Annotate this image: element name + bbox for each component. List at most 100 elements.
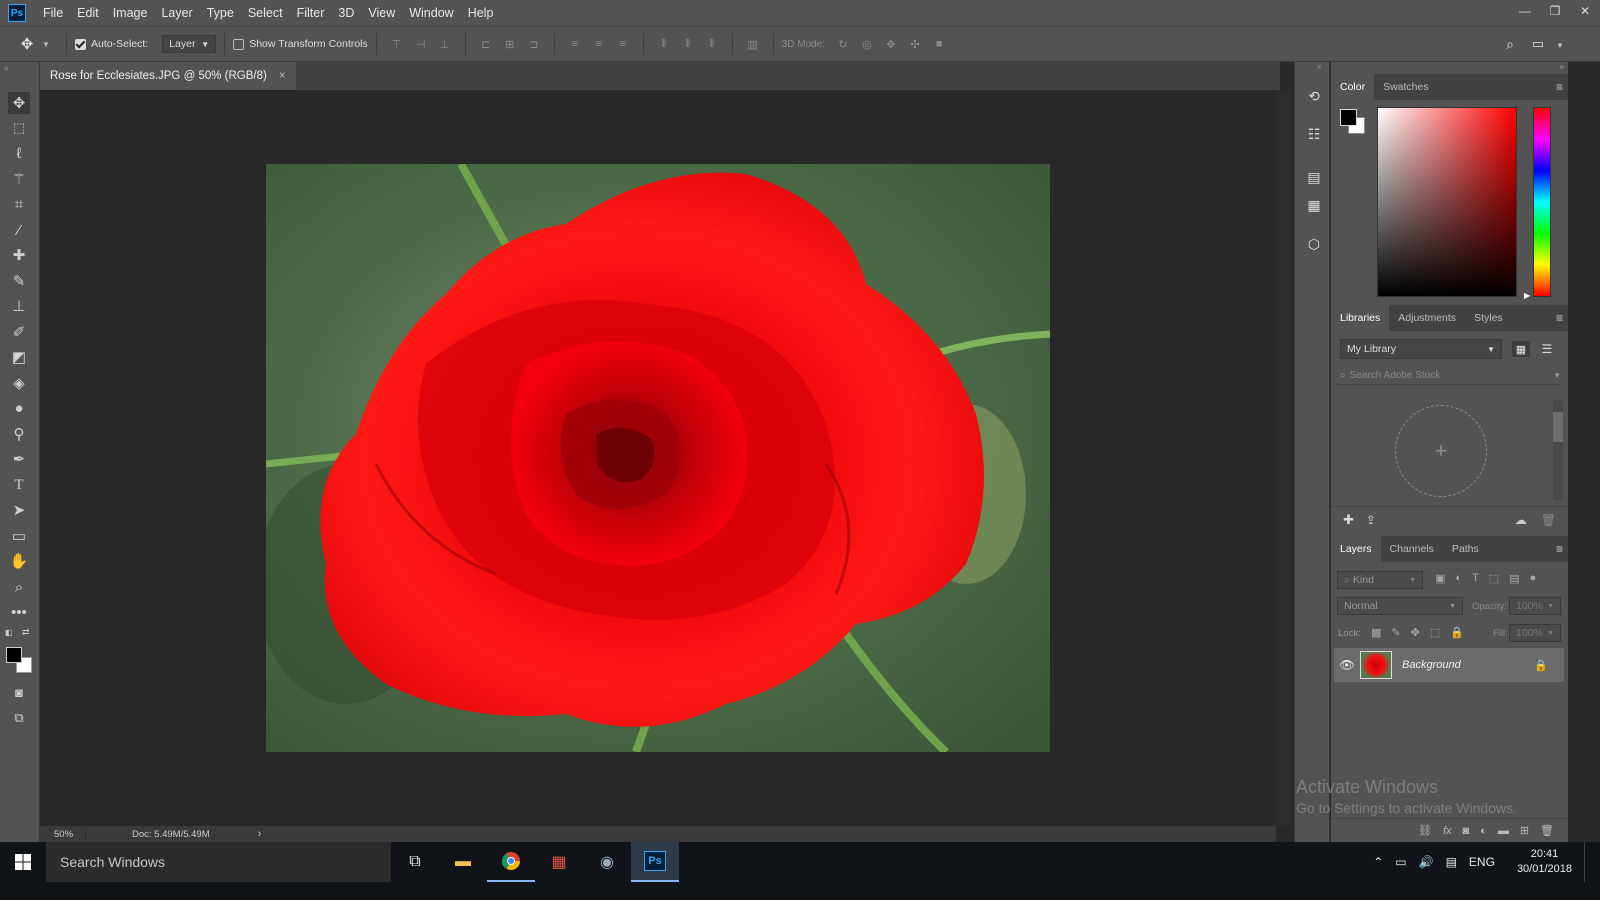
link-layers-icon[interactable]: ⛓ — [1418, 824, 1432, 837]
library-scrollbar[interactable] — [1553, 400, 1563, 500]
new-layer-icon[interactable]: ⊞ — [1520, 824, 1529, 837]
trash-icon[interactable]: 🗑 — [1540, 824, 1554, 837]
hue-slider-marker-icon[interactable]: ▶ — [1524, 291, 1530, 300]
workspace-switcher-icon[interactable]: ▭ — [1531, 36, 1545, 51]
menu-view[interactable]: View — [361, 6, 402, 20]
photoshop-taskbar-icon[interactable]: Ps — [631, 842, 679, 882]
more-tools-icon[interactable]: ••• — [8, 601, 30, 623]
creative-cloud-icon[interactable]: ☁ — [1515, 513, 1527, 527]
layer-thumbnail[interactable] — [1360, 651, 1392, 679]
chrome-icon[interactable] — [487, 842, 535, 882]
layer-name[interactable]: Background — [1402, 659, 1461, 671]
upload-icon[interactable]: ⇪ — [1366, 513, 1376, 527]
blur-tool-icon[interactable]: ● — [8, 397, 30, 419]
scale-3d-icon[interactable]: ■ — [932, 37, 946, 51]
popcorn-app-icon[interactable]: ▦ — [535, 842, 583, 882]
photoshop-logo-icon[interactable]: Ps — [8, 4, 26, 22]
steam-app-icon[interactable]: ◉ — [583, 842, 631, 882]
brush-tool-icon[interactable]: ✎ — [8, 270, 30, 292]
lock-position-icon[interactable]: ✥ — [1411, 626, 1420, 639]
align-horizontal-centers-icon[interactable]: ⊞ — [503, 37, 517, 51]
chevron-down-icon[interactable]: ▼ — [39, 37, 53, 51]
collapse-icon[interactable]: « — [1317, 62, 1321, 71]
slide-3d-icon[interactable]: ✣ — [908, 37, 922, 51]
show-desktop-button[interactable] — [1584, 842, 1590, 882]
distribute-top-icon[interactable]: ≡ — [568, 37, 582, 51]
chevron-down-icon[interactable]: ▼ — [1553, 371, 1561, 380]
menu-window[interactable]: Window — [402, 6, 460, 20]
rectangle-tool-icon[interactable]: ▭ — [8, 525, 30, 547]
distribute-bottom-icon[interactable]: ≡ — [616, 37, 630, 51]
distribute-right-icon[interactable]: ⫴ — [705, 37, 719, 51]
distribute-horizontal-centers-icon[interactable]: ⫴ — [681, 37, 695, 51]
panel-menu-icon[interactable]: ≡ — [1556, 80, 1563, 94]
windows-start-icon[interactable] — [0, 842, 46, 882]
tab-libraries[interactable]: Libraries — [1331, 305, 1390, 331]
rectangular-marquee-tool-icon[interactable]: ⬚ — [8, 117, 30, 139]
menu-edit[interactable]: Edit — [70, 6, 106, 20]
tab-layers[interactable]: Layers — [1331, 536, 1381, 562]
clone-stamp-tool-icon[interactable]: ⊥ — [8, 295, 30, 317]
menu-image[interactable]: Image — [106, 6, 155, 20]
align-left-edges-icon[interactable]: ⊏ — [479, 37, 493, 51]
eyedropper-tool-icon[interactable]: ⁄ — [8, 219, 30, 241]
pen-tool-icon[interactable]: ✒ — [8, 448, 30, 470]
paragraph-panel-icon[interactable]: ▦ — [1304, 195, 1324, 215]
chevron-up-icon[interactable]: ⌃ — [1373, 855, 1383, 869]
lock-image-pixels-icon[interactable]: ✎ — [1391, 626, 1400, 639]
menu-select[interactable]: Select — [241, 6, 290, 20]
magic-wand-tool-icon[interactable]: ⚚ — [8, 168, 30, 190]
smart-object-filter-icon[interactable]: ▤ — [1509, 572, 1519, 585]
3d-panel-icon[interactable]: ⬡ — [1304, 234, 1324, 254]
language-indicator[interactable]: ENG — [1469, 855, 1495, 869]
screen-mode-icon[interactable]: ⧉ — [8, 707, 30, 729]
restore-button[interactable]: ❐ — [1540, 0, 1570, 22]
zoom-level[interactable]: 50% — [40, 828, 86, 840]
roll-3d-icon[interactable]: ◎ — [860, 37, 874, 51]
hue-slider[interactable] — [1533, 107, 1551, 297]
tab-styles[interactable]: Styles — [1465, 305, 1512, 331]
new-group-folder-icon[interactable]: ▬ — [1498, 825, 1509, 837]
blend-mode-dropdown[interactable]: Normal ▼ — [1337, 597, 1463, 615]
trash-icon[interactable]: 🗑 — [1541, 513, 1556, 527]
adjustment-filter-icon[interactable]: ◐ — [1455, 572, 1462, 585]
network-icon[interactable]: ▭ — [1395, 855, 1406, 869]
menu-3d[interactable]: 3D — [331, 6, 361, 20]
foreground-color-swatch[interactable] — [6, 647, 22, 663]
menu-type[interactable]: Type — [200, 6, 241, 20]
taskbar-search-box[interactable]: Search Windows — [46, 842, 391, 882]
fill-field[interactable]: 100% ▼ — [1509, 624, 1561, 642]
library-dropdown[interactable]: My Library ▼ — [1340, 339, 1502, 359]
align-top-edges-icon[interactable]: ⊤ — [390, 37, 404, 51]
list-view-icon[interactable]: ☰ — [1538, 341, 1556, 357]
add-content-icon[interactable]: ✚ — [1343, 512, 1354, 528]
eye-visibility-icon[interactable]: 👁 — [1334, 658, 1360, 672]
add-to-library-dropzone[interactable]: + — [1395, 405, 1487, 497]
path-selection-tool-icon[interactable]: ➤ — [8, 499, 30, 521]
lasso-tool-icon[interactable]: ℓ — [8, 142, 30, 164]
hand-tool-icon[interactable]: ✋ — [8, 550, 30, 572]
tab-adjustments[interactable]: Adjustments — [1389, 305, 1465, 331]
chevron-down-icon[interactable]: ▼ — [1553, 38, 1567, 52]
tab-paths[interactable]: Paths — [1443, 536, 1488, 562]
type-tool-icon[interactable]: T — [8, 474, 30, 496]
file-explorer-icon[interactable]: ▬ — [439, 842, 487, 882]
orbit-3d-icon[interactable]: ↻ — [836, 37, 850, 51]
search-icon[interactable]: ⌕ — [1503, 36, 1517, 52]
menu-filter[interactable]: Filter — [290, 6, 332, 20]
volume-icon[interactable]: 🔊 — [1419, 855, 1434, 869]
filter-toggle-icon[interactable]: ● — [1530, 572, 1537, 585]
lock-all-icon[interactable]: 🔒 — [1450, 626, 1464, 639]
minimize-button[interactable]: — — [1510, 0, 1540, 22]
auto-select-checkbox[interactable] — [75, 38, 86, 50]
grid-view-icon[interactable]: ▦ — [1512, 341, 1530, 357]
close-button[interactable]: ✕ — [1570, 0, 1600, 22]
show-transform-controls-checkbox[interactable] — [233, 38, 245, 50]
crop-tool-icon[interactable]: ⌗ — [8, 193, 30, 215]
canvas-vertical-scrollbar[interactable] — [1276, 90, 1290, 826]
notification-icon[interactable]: ▤ — [1446, 855, 1457, 869]
auto-select-dropdown[interactable]: Layer ▼ — [162, 35, 217, 53]
dodge-tool-icon[interactable]: ⚲ — [8, 423, 30, 445]
lock-icon[interactable]: 🔒 — [1534, 659, 1548, 672]
align-right-edges-icon[interactable]: ⊐ — [527, 37, 541, 51]
